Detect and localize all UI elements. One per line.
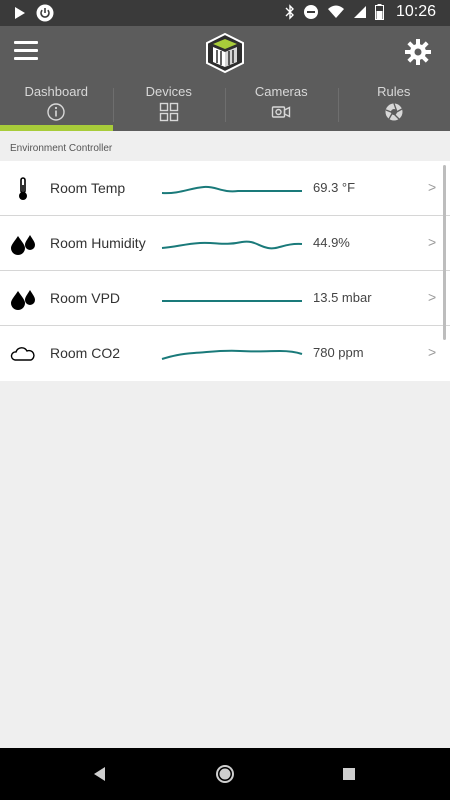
shutter-icon	[385, 103, 403, 121]
sensor-value: 44.9%	[313, 235, 350, 250]
app-logo	[206, 32, 244, 74]
sensor-name: Room Temp	[50, 180, 126, 196]
chevron-right-icon: >	[428, 344, 437, 360]
sensor-value: 13.5 mbar	[313, 290, 372, 305]
thermometer-icon	[19, 177, 27, 200]
status-bar: 10:26	[0, 0, 450, 26]
power-icon	[36, 4, 54, 22]
chevron-right-icon: >	[428, 179, 437, 195]
chevron-right-icon: >	[428, 234, 437, 250]
tab-bar: Dashboard Devices Cameras Rules	[0, 78, 450, 131]
sparkline	[161, 349, 303, 360]
tab-label: Rules	[377, 84, 411, 99]
sparkline	[162, 300, 302, 302]
wifi-icon	[327, 5, 344, 18]
sensor-row-room-vpd[interactable]: Room VPD 13.5 mbar >	[0, 271, 450, 326]
grid-icon	[159, 102, 178, 122]
sensor-name: Room VPD	[50, 290, 121, 306]
tab-rules[interactable]: Rules	[337, 78, 450, 131]
tab-cameras[interactable]: Cameras	[225, 78, 338, 131]
water-drops-icon	[11, 290, 35, 310]
cloud-icon	[10, 347, 35, 361]
sensor-value: 69.3 °F	[313, 180, 356, 195]
tab-devices[interactable]: Devices	[112, 78, 226, 131]
tab-label: Cameras	[254, 84, 308, 99]
scrollbar[interactable]	[443, 165, 446, 340]
info-icon	[47, 103, 65, 121]
navigation-bar	[0, 748, 450, 800]
battery-icon	[374, 4, 384, 20]
sensor-row-room-co2[interactable]: Room CO2 780 ppm >	[0, 326, 450, 381]
bluetooth-icon	[285, 4, 294, 20]
sparkline	[161, 240, 303, 250]
settings-gear-icon[interactable]	[404, 38, 432, 66]
chevron-right-icon: >	[428, 289, 437, 305]
sensor-row-room-temp[interactable]: Room Temp 69.3 °F >	[0, 161, 450, 216]
sensor-name: Room CO2	[50, 345, 121, 361]
sensor-name: Room Humidity	[50, 235, 146, 251]
minus-circle-icon	[303, 5, 318, 19]
clock: 10:26	[395, 3, 436, 20]
sparkline	[161, 185, 302, 195]
sensor-value: 780 ppm	[313, 345, 364, 360]
menu-icon[interactable]	[14, 41, 38, 61]
sensor-row-room-humidity[interactable]: Room Humidity 44.9% >	[0, 216, 450, 271]
recents-icon[interactable]	[337, 762, 361, 786]
tab-label: Devices	[145, 84, 192, 99]
play-icon	[15, 7, 25, 19]
app-bar	[0, 26, 450, 78]
tab-dashboard[interactable]: Dashboard	[0, 78, 113, 131]
signal-icon	[353, 6, 366, 18]
section-label: Environment Controller	[10, 143, 113, 154]
back-icon[interactable]	[88, 762, 112, 786]
tab-label: Dashboard	[24, 84, 89, 99]
water-drops-icon	[11, 235, 35, 255]
sensor-list: Room Temp 69.3 °F > Room Humidity 44.9% …	[0, 161, 450, 381]
home-icon[interactable]	[213, 762, 237, 786]
camera-icon	[272, 106, 291, 118]
